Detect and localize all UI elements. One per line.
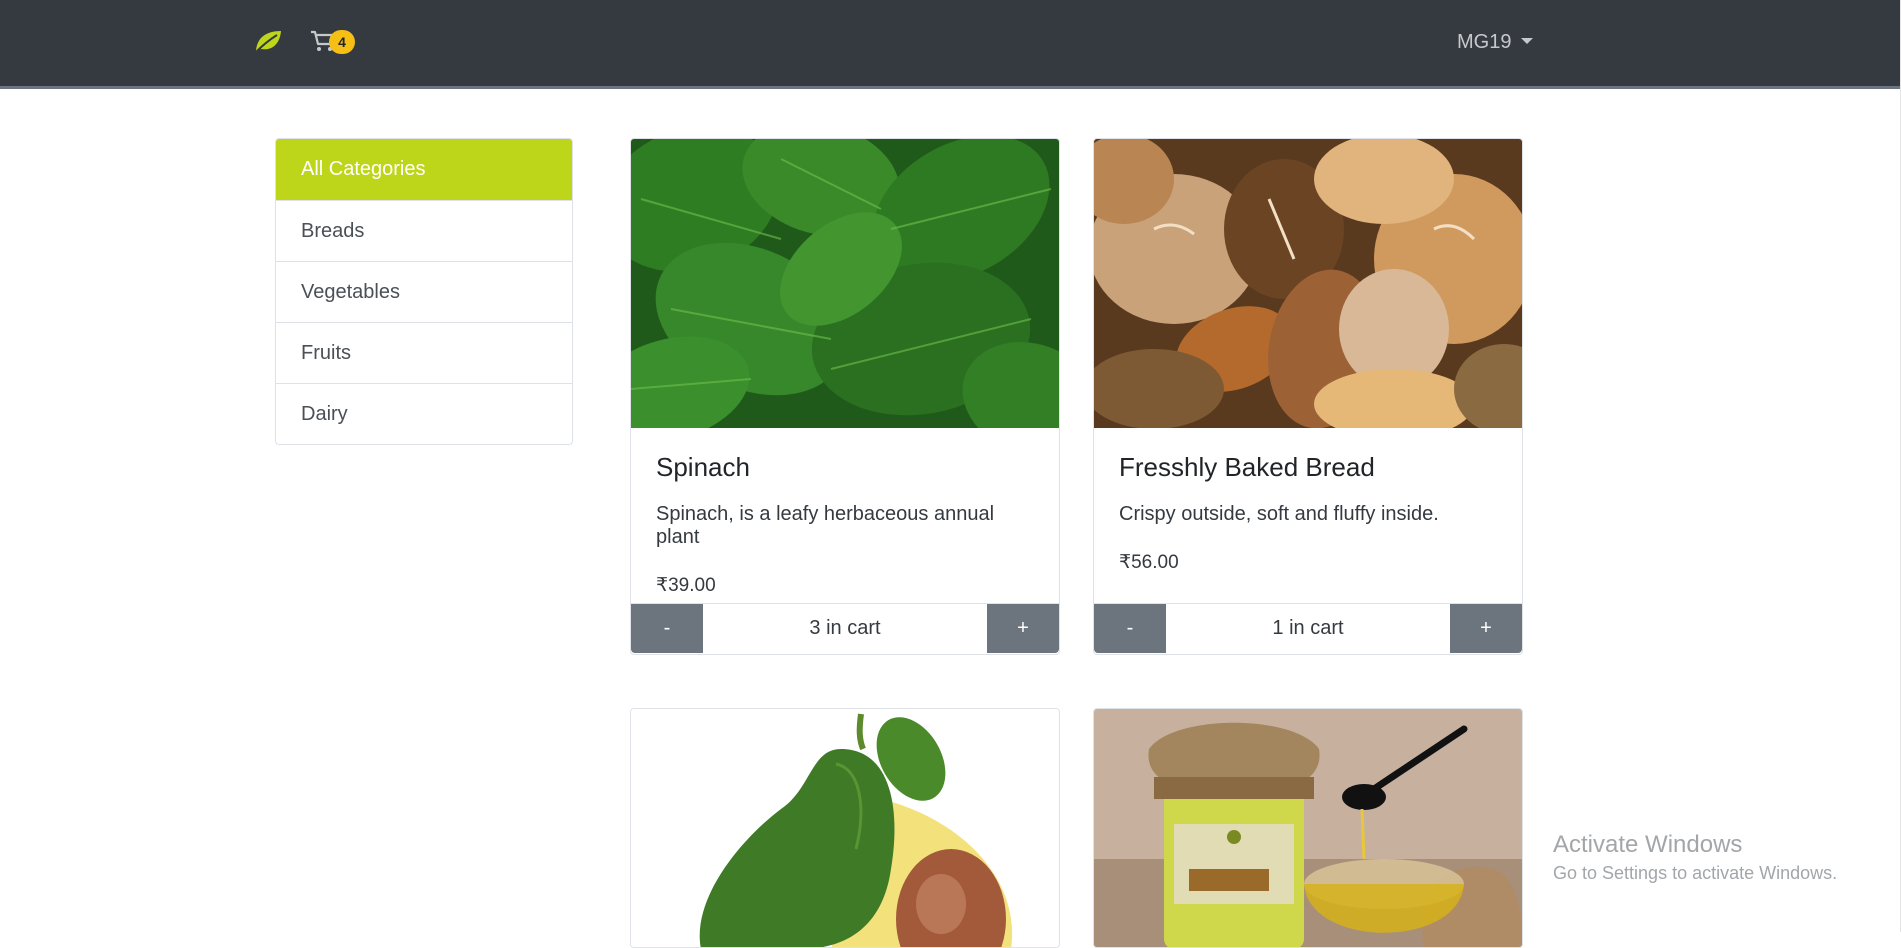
product-price: ₹39.00 bbox=[656, 575, 716, 596]
product-card-ghee bbox=[1093, 708, 1523, 948]
spinach-image bbox=[631, 139, 1059, 428]
cart-quantity-text: 1 in cart bbox=[1272, 617, 1344, 639]
product-card-spinach: Spinach Spinach, is a leafy herbaceous a… bbox=[630, 138, 1060, 655]
watermark-title: Activate Windows bbox=[1553, 831, 1743, 858]
increase-quantity-button[interactable]: + bbox=[1450, 604, 1522, 653]
cart-controls: - 1 in cart + bbox=[1094, 603, 1522, 654]
category-vegetables[interactable]: Vegetables bbox=[276, 261, 572, 322]
product-title: Spinach bbox=[656, 452, 750, 482]
cart-controls: - 3 in cart + bbox=[631, 603, 1059, 654]
top-navbar: 4 MG19 bbox=[0, 0, 1900, 89]
product-card-bread: Fresshly Baked Bread Crispy outside, sof… bbox=[1093, 138, 1523, 655]
cart-quantity-text: 3 in cart bbox=[809, 617, 881, 639]
ghee-image bbox=[1094, 709, 1522, 947]
category-dairy[interactable]: Dairy bbox=[276, 383, 572, 444]
product-description: Spinach, is a leafy herbaceous annual pl… bbox=[656, 503, 995, 548]
product-card-avocado bbox=[630, 708, 1060, 948]
product-description: Crispy outside, soft and fluffy inside. bbox=[1119, 503, 1439, 525]
cart-count-badge: 4 bbox=[329, 30, 355, 54]
avocado-image bbox=[631, 709, 1059, 947]
activate-windows-watermark: Activate Windows Go to Settings to activ… bbox=[1553, 830, 1837, 886]
category-list: All Categories Breads Vegetables Fruits … bbox=[275, 138, 573, 445]
caret-down-icon bbox=[1521, 38, 1534, 44]
decrease-quantity-button[interactable]: - bbox=[631, 604, 703, 653]
leaf-icon[interactable] bbox=[253, 27, 283, 55]
category-breads[interactable]: Breads bbox=[276, 200, 572, 261]
product-price: ₹56.00 bbox=[1119, 552, 1179, 573]
product-title: Fresshly Baked Bread bbox=[1119, 452, 1375, 482]
category-all[interactable]: All Categories bbox=[276, 139, 572, 200]
decrease-quantity-button[interactable]: - bbox=[1094, 604, 1166, 653]
user-label: MG19 bbox=[1457, 31, 1512, 53]
watermark-subtitle: Go to Settings to activate Windows. bbox=[1553, 863, 1838, 883]
user-menu-dropdown[interactable]: MG19 bbox=[1457, 27, 1534, 57]
increase-quantity-button[interactable]: + bbox=[987, 604, 1059, 653]
bread-image bbox=[1094, 139, 1522, 428]
category-fruits[interactable]: Fruits bbox=[276, 322, 572, 383]
